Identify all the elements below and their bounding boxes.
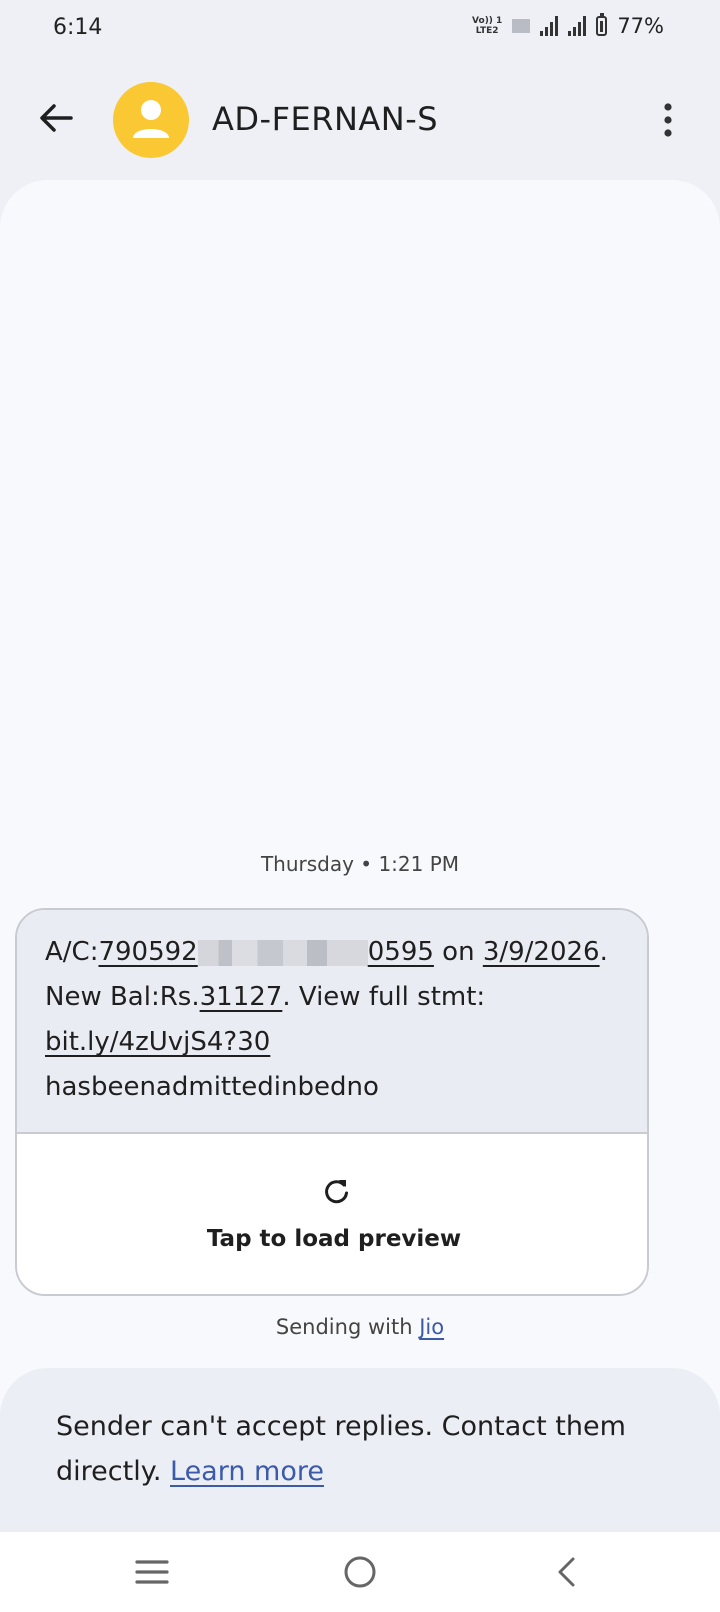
balance-amount[interactable]: 31127 bbox=[200, 982, 283, 1012]
contact-name[interactable]: AD-FERNAN-S bbox=[212, 100, 438, 138]
sending-with-label: Sending with Jio bbox=[275, 1315, 445, 1339]
link-preview-button[interactable]: Tap to load preview bbox=[17, 1134, 647, 1294]
chevron-left-icon bbox=[558, 1557, 575, 1587]
back-button[interactable] bbox=[30, 92, 82, 144]
message-date[interactable]: 3/9/2026 bbox=[483, 937, 600, 967]
more-options-button[interactable] bbox=[648, 94, 688, 146]
statement-link[interactable]: bit.ly/4zUvjS4?30 bbox=[45, 1027, 270, 1057]
conversation-panel[interactable]: Thursday • 1:21 PM A/C:790592 0595 on 3/9… bbox=[0, 180, 720, 1532]
person-icon bbox=[133, 100, 169, 138]
signal-icon bbox=[540, 16, 559, 36]
recents-button[interactable] bbox=[122, 1546, 182, 1598]
message-tail: hasbeenadmittedinbedno bbox=[45, 1072, 379, 1102]
redacted-block bbox=[197, 939, 368, 966]
reply-disabled-banner: Sender can't accept replies. Contact the… bbox=[0, 1368, 720, 1538]
sim-icon bbox=[512, 19, 531, 33]
more-vertical-icon bbox=[664, 103, 672, 137]
status-time: 6:14 bbox=[53, 15, 103, 40]
volte-indicator: Vo)) 1 LTE2 bbox=[472, 16, 503, 36]
message-text[interactable]: A/C:790592 0595 on 3/9/2026. New Bal:Rs.3… bbox=[17, 910, 647, 1134]
carrier-link[interactable]: Jio bbox=[419, 1315, 444, 1339]
account-number[interactable]: 790592 0595 bbox=[98, 937, 433, 967]
message-bubble[interactable]: A/C:790592 0595 on 3/9/2026. New Bal:Rs.3… bbox=[15, 908, 649, 1296]
app-bar: AD-FERNAN-S bbox=[0, 72, 720, 172]
learn-more-link[interactable]: Learn more bbox=[170, 1456, 324, 1487]
home-button[interactable] bbox=[330, 1546, 390, 1598]
battery-icon bbox=[596, 13, 608, 36]
signal-icon-2 bbox=[568, 16, 587, 36]
navigation-bar bbox=[0, 1532, 720, 1612]
nav-back-button[interactable] bbox=[537, 1546, 597, 1598]
arrow-left-icon bbox=[40, 104, 73, 132]
message-timestamp: Thursday • 1:21 PM bbox=[260, 852, 460, 876]
avatar[interactable] bbox=[113, 82, 189, 158]
status-bar: 6:14 Vo)) 1 LTE2 77% bbox=[0, 0, 720, 60]
reply-disabled-text: Sender can't accept replies. Contact the… bbox=[56, 1411, 626, 1487]
menu-icon bbox=[135, 1560, 169, 1584]
refresh-icon bbox=[325, 1180, 348, 1204]
battery-percent: 77% bbox=[617, 14, 664, 38]
status-icons: Vo)) 1 LTE2 77% bbox=[472, 13, 664, 38]
home-circle-icon bbox=[344, 1556, 376, 1588]
preview-label: Tap to load preview bbox=[206, 1226, 462, 1252]
